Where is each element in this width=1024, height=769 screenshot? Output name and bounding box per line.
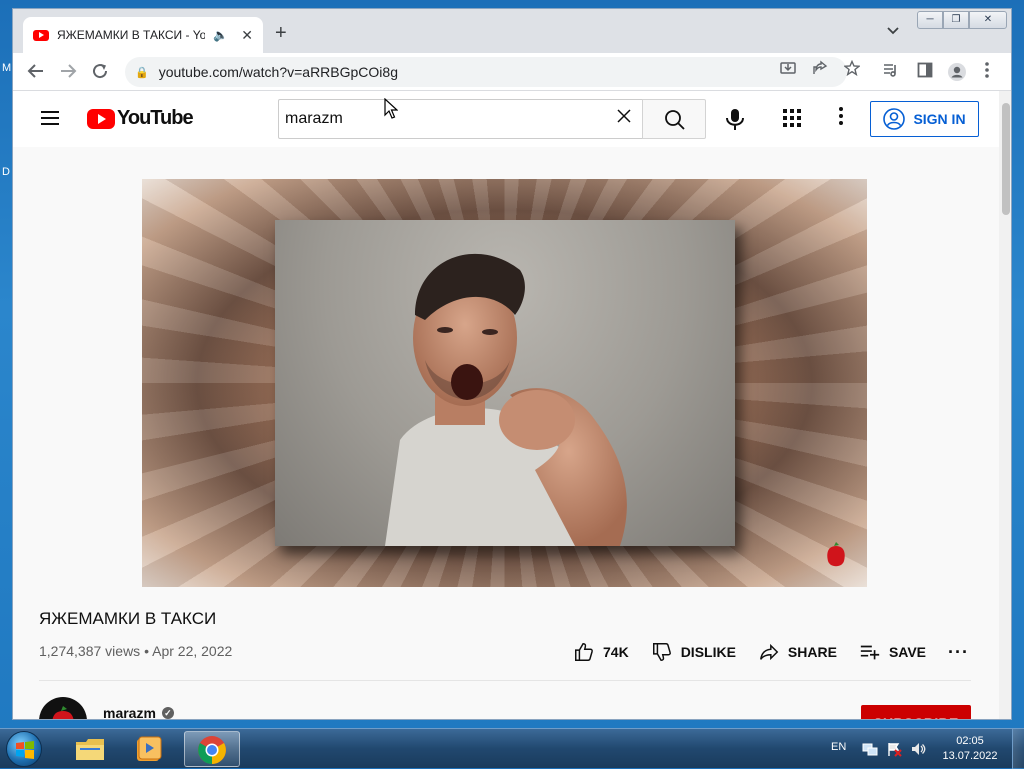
more-actions-icon[interactable]: ···: [948, 642, 969, 663]
video-title: ЯЖЕМАМКИ В ТАКСИ: [39, 609, 217, 628]
settings-kebab-icon[interactable]: [839, 107, 843, 130]
search-input[interactable]: marazm: [278, 99, 643, 139]
thumbs-down-icon: [652, 643, 671, 661]
save-button[interactable]: SAVE: [859, 641, 926, 663]
flag-icon[interactable]: [886, 741, 902, 757]
plus-icon[interactable]: +: [275, 23, 287, 43]
like-count: 74K: [603, 644, 629, 660]
tab-title: ЯЖЕМАМКИ В ТАКСИ - YouTube: [57, 28, 205, 42]
sign-in-button[interactable]: SIGN IN: [870, 101, 979, 137]
upload-date: Apr 22, 2022: [152, 643, 233, 659]
mouse-cursor-icon: [384, 97, 399, 125]
profile-icon[interactable]: [947, 62, 967, 88]
chrome-window: ЯЖЕМАМКИ В ТАКСИ - YouTube 🔈 ✕ + ─ ❐ ✕ 🔒…: [12, 8, 1012, 720]
verified-icon: ✓: [161, 707, 174, 719]
clock-date: 13.07.2022: [942, 750, 998, 762]
youtube-favicon: [33, 29, 49, 41]
youtube-header: YouTube marazm SIGN IN: [13, 91, 999, 147]
forward-arrow-icon[interactable]: [59, 62, 77, 86]
minimize-button[interactable]: ─: [917, 11, 943, 29]
window-close-button[interactable]: ✕: [969, 11, 1007, 29]
language-indicator[interactable]: EN: [831, 741, 846, 753]
chrome-icon[interactable]: [184, 731, 240, 767]
star-icon[interactable]: [843, 59, 861, 79]
install-icon[interactable]: [780, 60, 796, 79]
video-meta: 1,274,387 views • Apr 22, 2022: [39, 643, 232, 659]
view-count: 1,274,387 views: [39, 643, 141, 659]
share-button[interactable]: SHARE: [758, 641, 837, 663]
maximize-button[interactable]: ❐: [943, 11, 969, 29]
youtube-play-icon: [87, 108, 115, 129]
video-player[interactable]: [142, 179, 867, 587]
scrollbar-thumb[interactable]: [1002, 103, 1010, 215]
youtube-wordmark: YouTube: [117, 107, 194, 129]
save-label: SAVE: [888, 644, 927, 660]
show-desktop-button[interactable]: [1012, 729, 1024, 769]
reading-list-icon[interactable]: [883, 62, 899, 84]
desktop-label-fragment: D: [2, 166, 10, 178]
video-actions: 74K DISLIKE SHARE SAVE ···: [573, 641, 969, 663]
reload-icon[interactable]: [91, 62, 109, 86]
tab-youtube[interactable]: ЯЖЕМАМКИ В ТАКСИ - YouTube 🔈 ✕: [23, 17, 263, 53]
close-icon[interactable]: [616, 108, 632, 129]
windows-taskbar: EN 02:05 13.07.2022: [0, 728, 1024, 769]
page-scrollbar[interactable]: [999, 91, 1011, 719]
dislike-label: DISLIKE: [680, 644, 736, 660]
playlist-add-icon: [860, 645, 880, 660]
mic-icon[interactable]: [719, 103, 751, 135]
search-button[interactable]: [642, 99, 706, 139]
lock-icon[interactable]: 🔒: [135, 66, 149, 79]
url-text: youtube.com/watch?v=aRRBGpCOi8g: [158, 64, 398, 80]
hamburger-icon[interactable]: [41, 111, 59, 125]
speaker-icon[interactable]: 🔈: [213, 28, 228, 42]
channel-name-row[interactable]: marazm ✓: [103, 705, 174, 720]
like-button[interactable]: 74K: [573, 641, 629, 663]
apps-grid-icon[interactable]: [783, 109, 801, 132]
search-icon: [665, 110, 685, 130]
divider: [39, 680, 971, 681]
media-player-icon[interactable]: [122, 731, 178, 767]
side-panel-icon[interactable]: [917, 62, 933, 84]
close-icon[interactable]: ✕: [241, 27, 253, 44]
network-icon[interactable]: [862, 741, 878, 757]
tab-strip: ЯЖЕМАМКИ В ТАКСИ - YouTube 🔈 ✕ + ─ ❐ ✕: [13, 9, 1011, 53]
youtube-page: YouTube marazm SIGN IN ЯЖЕМАМКИ В ТАКСИ …: [13, 91, 999, 720]
chevron-down-icon[interactable]: [886, 23, 900, 39]
search-query: marazm: [285, 110, 343, 127]
video-frame-image: [275, 220, 735, 546]
sign-in-label: SIGN IN: [913, 111, 966, 127]
dislike-button[interactable]: DISLIKE: [651, 641, 736, 663]
user-circle-icon: [883, 108, 906, 130]
windows-start-icon[interactable]: [6, 731, 42, 767]
system-clock[interactable]: 02:05 13.07.2022: [940, 734, 1000, 764]
share-label: SHARE: [787, 644, 837, 660]
channel-watermark-icon[interactable]: [824, 541, 848, 569]
explorer-icon[interactable]: [62, 731, 118, 767]
desktop-label-fragment: M: [2, 62, 12, 74]
browser-toolbar: 🔒 youtube.com/watch?v=aRRBGpCOi8g: [13, 53, 1011, 91]
back-arrow-icon[interactable]: [27, 62, 45, 86]
address-bar[interactable]: 🔒 youtube.com/watch?v=aRRBGpCOi8g: [125, 57, 847, 87]
channel-name: marazm: [103, 705, 156, 720]
meta-separator: •: [144, 643, 149, 659]
share-arrow-icon: [759, 643, 779, 661]
share-icon[interactable]: [812, 60, 828, 79]
volume-icon[interactable]: [910, 741, 926, 757]
thumbs-up-icon: [575, 643, 593, 661]
subscribe-button[interactable]: SUBSCRIBE: [861, 705, 971, 719]
kebab-icon[interactable]: [985, 62, 989, 84]
clock-time: 02:05: [956, 735, 984, 747]
youtube-logo[interactable]: YouTube: [87, 107, 194, 130]
avatar[interactable]: [39, 697, 87, 719]
